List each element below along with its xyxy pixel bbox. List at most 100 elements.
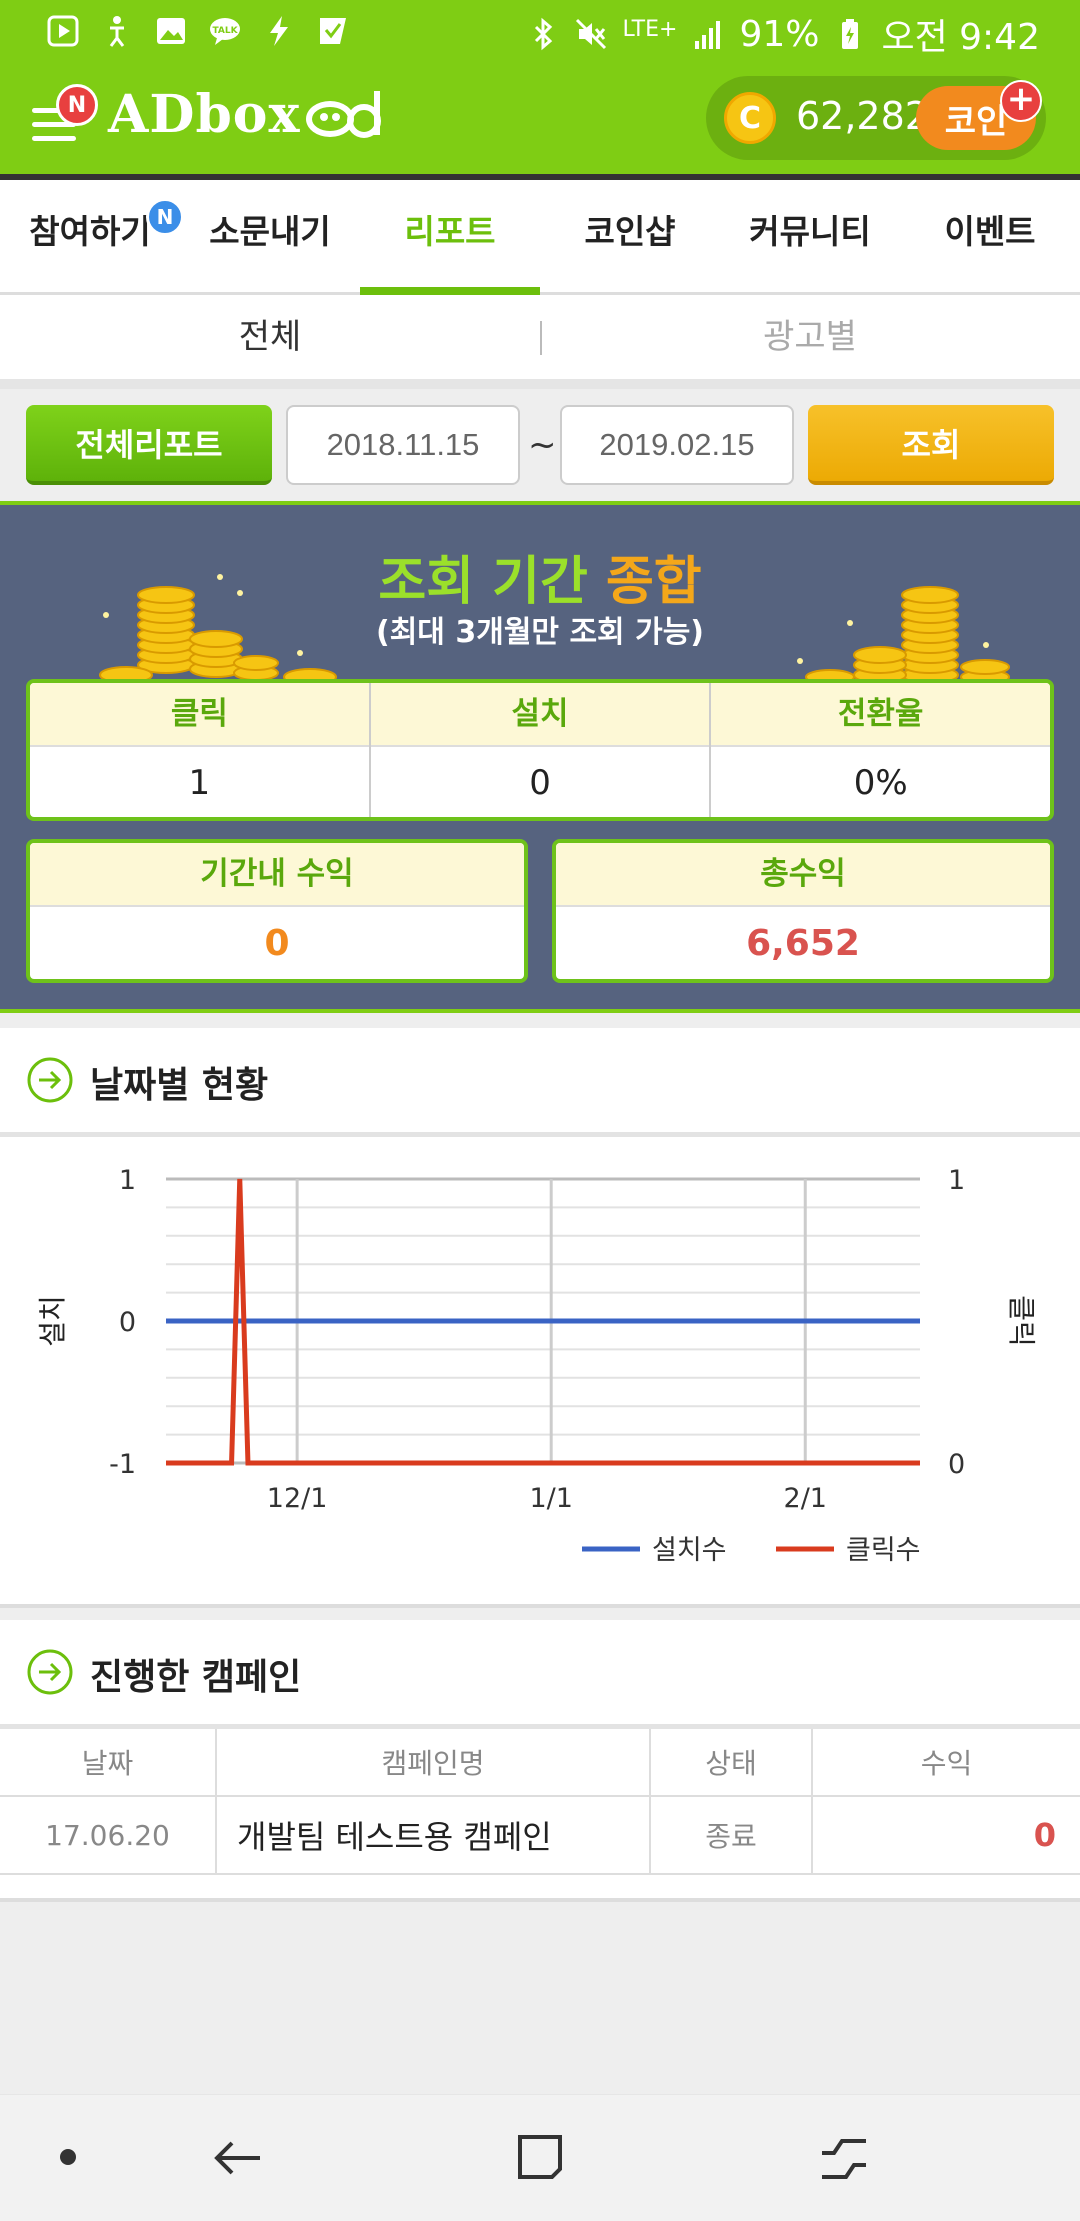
- summary-title-highlight: 종합: [605, 552, 702, 612]
- battery-icon: [842, 19, 859, 49]
- adbox-logo[interactable]: ADbox: [108, 84, 384, 145]
- cell-status: 종료: [650, 1796, 813, 1875]
- daily-chart: 12/1 1/1 2/1 1 0 -1 1 0 설치 클릭 설치수 클릭수: [0, 1137, 1080, 1587]
- arrow-right-circle-icon: [27, 1057, 73, 1103]
- gallery-icon: [157, 18, 185, 44]
- tab-coinshop[interactable]: 코인샵: [540, 180, 720, 292]
- stat-label: 총수익: [556, 843, 1050, 907]
- table-header-row: 날짜 캠페인명 상태 수익: [0, 1729, 1080, 1797]
- system-nav-bar: [0, 2094, 1080, 2221]
- period-income-value: 0: [264, 923, 290, 964]
- menu-new-badge: N: [56, 84, 98, 126]
- status-bar: TALK LTE+ 91% 오전 9:42: [0, 0, 1080, 64]
- y-right-tick-label: 1: [948, 1165, 965, 1196]
- column-header: 수익: [812, 1729, 1080, 1797]
- dot-icon[interactable]: [56, 2145, 80, 2169]
- accessibility-icon: [109, 16, 125, 47]
- svg-text:TALK: TALK: [212, 26, 238, 36]
- column-header: 상태: [650, 1729, 813, 1797]
- coin-balance: C 62,282 코인 +: [706, 76, 1046, 160]
- daily-status-section: 날짜별 현황 12/1 1/1 2/1 1 0 -1 1 0 설치 클릭 설치수 클릭수: [0, 1028, 1080, 1608]
- summary-subtitle: (최대 3개월만 조회 가능): [375, 615, 705, 650]
- stat-label: 클릭: [30, 683, 369, 747]
- campaign-table: 날짜 캠페인명 상태 수익 17.06.20 개발팀 테스트용 캠페인 종료 0: [0, 1729, 1080, 1875]
- mute-icon: [576, 18, 607, 50]
- tab-participate[interactable]: 참여하기 N: [0, 180, 184, 292]
- subtab-by-ad[interactable]: 광고별: [540, 295, 1080, 379]
- y-right-axis-label: 클릭: [1005, 1295, 1038, 1347]
- column-header: 캠페인명: [216, 1729, 651, 1797]
- menu-button[interactable]: N: [28, 84, 98, 150]
- start-date-field[interactable]: 2018.11.15: [286, 405, 520, 485]
- cell-date: 17.06.20: [0, 1796, 217, 1875]
- tab-label: 참여하기: [29, 212, 151, 251]
- logo-text: ADbox: [108, 84, 301, 145]
- tab-label: 이벤트: [944, 212, 1036, 251]
- network-type: LTE+: [622, 16, 678, 42]
- summary-panel: 조회 기간 종합 (최대 3개월만 조회 가능) 클릭 1 설치 0 전환율 0…: [0, 501, 1080, 1013]
- tab-community[interactable]: 커뮤니티: [720, 180, 900, 292]
- summary-title: 조회 기간 종합: [0, 539, 1080, 614]
- sub-tabs: 전체 광고별: [0, 295, 1080, 389]
- tab-event[interactable]: 이벤트: [900, 180, 1080, 292]
- battery-percent: 91%: [739, 13, 820, 55]
- x-tick-label: 2/1: [784, 1483, 827, 1514]
- y-left-tick-label: -1: [109, 1449, 136, 1480]
- stat-label: 전환율: [711, 683, 1050, 747]
- coin-button[interactable]: 코인 +: [916, 80, 1042, 150]
- date-separator: ~: [528, 425, 557, 465]
- tab-report[interactable]: 리포트: [360, 180, 540, 295]
- tab-label: 리포트: [404, 212, 496, 251]
- play-icon: [47, 15, 79, 47]
- date-filter: 전체리포트 2018.11.15 ~ 2019.02.15 조회: [0, 389, 1080, 501]
- y-right-tick-label: 0: [948, 1449, 965, 1480]
- total-income-box: 총수익 6,652: [552, 839, 1054, 983]
- stat-label: 설치: [370, 683, 710, 747]
- campaign-section: 진행한 캠페인 날짜 캠페인명 상태 수익 17.06.20 개발팀 테스트용 …: [0, 1620, 1080, 1902]
- tab-label: 소문내기: [209, 212, 331, 251]
- summary-title-main: 조회 기간: [378, 552, 588, 612]
- recents-icon[interactable]: [816, 2133, 872, 2183]
- y-left-axis-label: 설치: [36, 1295, 69, 1347]
- flash-icon: [270, 16, 288, 46]
- tab-label: 코인샵: [584, 212, 676, 251]
- back-icon[interactable]: [210, 2133, 266, 2183]
- tab-new-badge: N: [146, 198, 184, 236]
- tab-label: 커뮤니티: [749, 212, 871, 251]
- coin-button-label: 코인: [944, 101, 1008, 142]
- y-left-tick-label: 1: [119, 1165, 136, 1196]
- clock: 오전 9:42: [881, 17, 1040, 58]
- legend-label: 설치수: [652, 1535, 727, 1566]
- app-header: N ADbox C 62,282 코인 +: [0, 64, 1080, 180]
- stat-value: 0: [529, 763, 551, 803]
- signal-icon: [695, 21, 721, 49]
- subtab-all[interactable]: 전체: [0, 295, 540, 379]
- stat-clicks: 클릭 1: [30, 683, 371, 817]
- tab-share[interactable]: 소문내기: [180, 180, 360, 292]
- bluetooth-icon: [535, 17, 553, 51]
- y-left-tick-label: 0: [119, 1307, 136, 1338]
- plus-icon: +: [1000, 80, 1042, 122]
- period-income-box: 기간내 수익 0: [26, 839, 528, 983]
- section-header: 진행한 캠페인: [0, 1620, 1080, 1729]
- table-row[interactable]: 17.06.20 개발팀 테스트용 캠페인 종료 0: [0, 1796, 1080, 1875]
- stat-value: 1: [188, 763, 211, 803]
- divider: [540, 321, 542, 355]
- end-date-field[interactable]: 2019.02.15: [560, 405, 794, 485]
- cell-income: 0: [812, 1796, 1080, 1875]
- home-icon[interactable]: [514, 2131, 566, 2183]
- check-icon: [320, 18, 346, 44]
- cell-campaign-name[interactable]: 개발팀 테스트용 캠페인: [216, 1796, 651, 1875]
- stat-label: 기간내 수익: [30, 843, 524, 907]
- all-report-button[interactable]: 전체리포트: [26, 405, 272, 485]
- stat-installs: 설치 0: [370, 683, 712, 817]
- line-chart: 12/1 1/1 2/1 1 0 -1 1 0 설치 클릭설치수 클릭수: [36, 1165, 1038, 1566]
- coin-amount: 62,282: [796, 94, 929, 138]
- x-tick-label: 12/1: [267, 1483, 328, 1514]
- talk-icon: TALK: [210, 18, 240, 45]
- total-income-value: 6,652: [746, 923, 860, 964]
- search-button[interactable]: 조회: [808, 405, 1054, 485]
- arrow-right-circle-icon: [27, 1649, 73, 1695]
- coin-icon: C: [724, 92, 776, 144]
- legend-label: 클릭수: [846, 1535, 921, 1566]
